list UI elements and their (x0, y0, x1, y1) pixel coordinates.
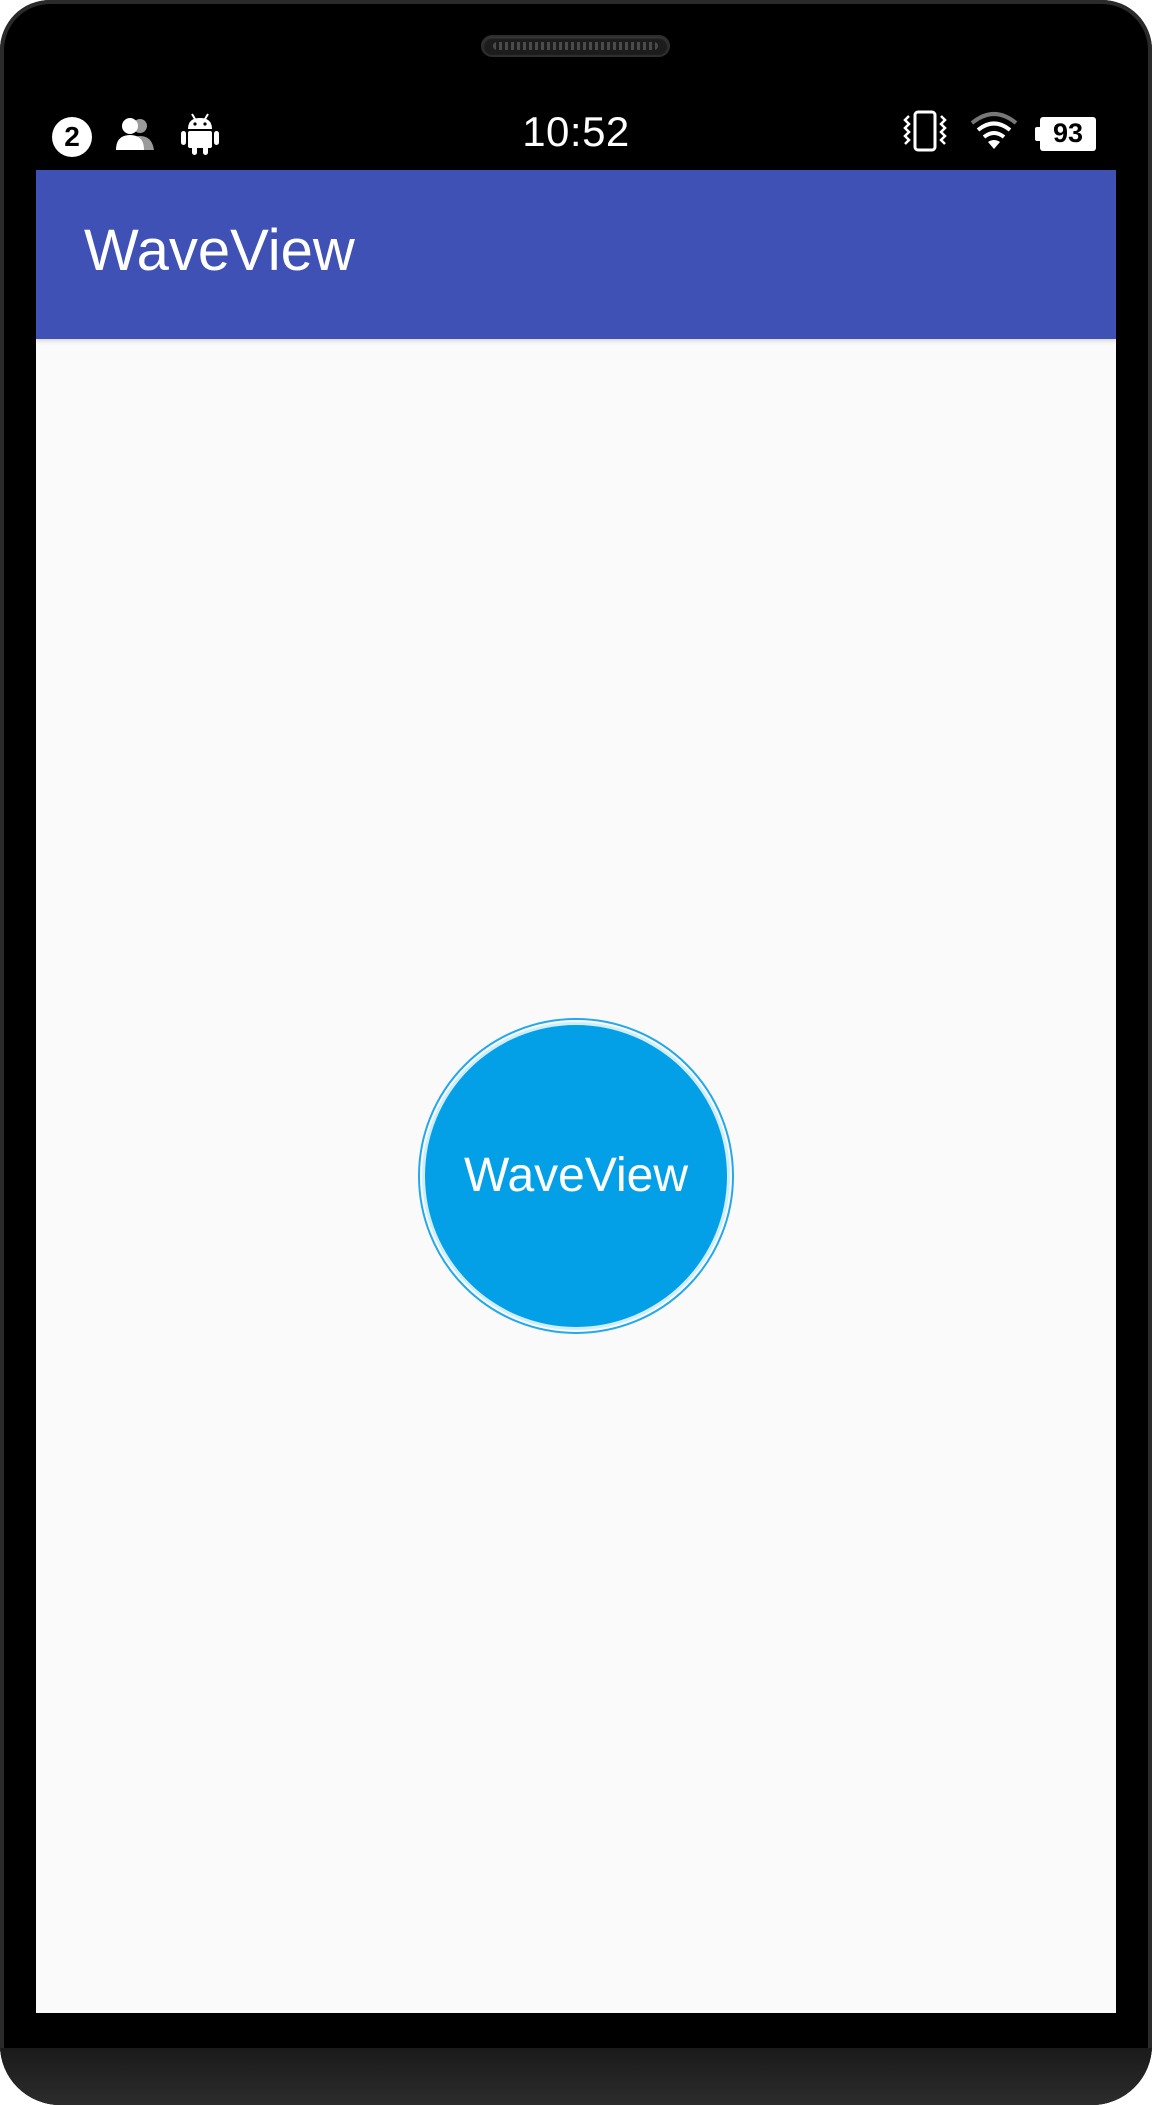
status-right-icons: 93 (902, 110, 1096, 157)
status-bar: 2 10:52 93 (36, 100, 1116, 166)
speaker-grille (483, 37, 668, 55)
battery-icon: 93 (1035, 116, 1096, 151)
device-frame: 2 10:52 93 WaveView WaveView (0, 0, 1152, 2105)
app-bar: WaveView (36, 170, 1116, 339)
app-title: WaveView (84, 218, 355, 283)
device-bottom-bezel (0, 2048, 1152, 2105)
wave-view-button[interactable]: WaveView (425, 1025, 727, 1327)
app-screen: WaveView WaveView (36, 170, 1116, 2013)
vibrate-icon (902, 110, 948, 157)
wifi-icon (970, 111, 1018, 156)
wave-view-label: WaveView (463, 1149, 689, 1202)
